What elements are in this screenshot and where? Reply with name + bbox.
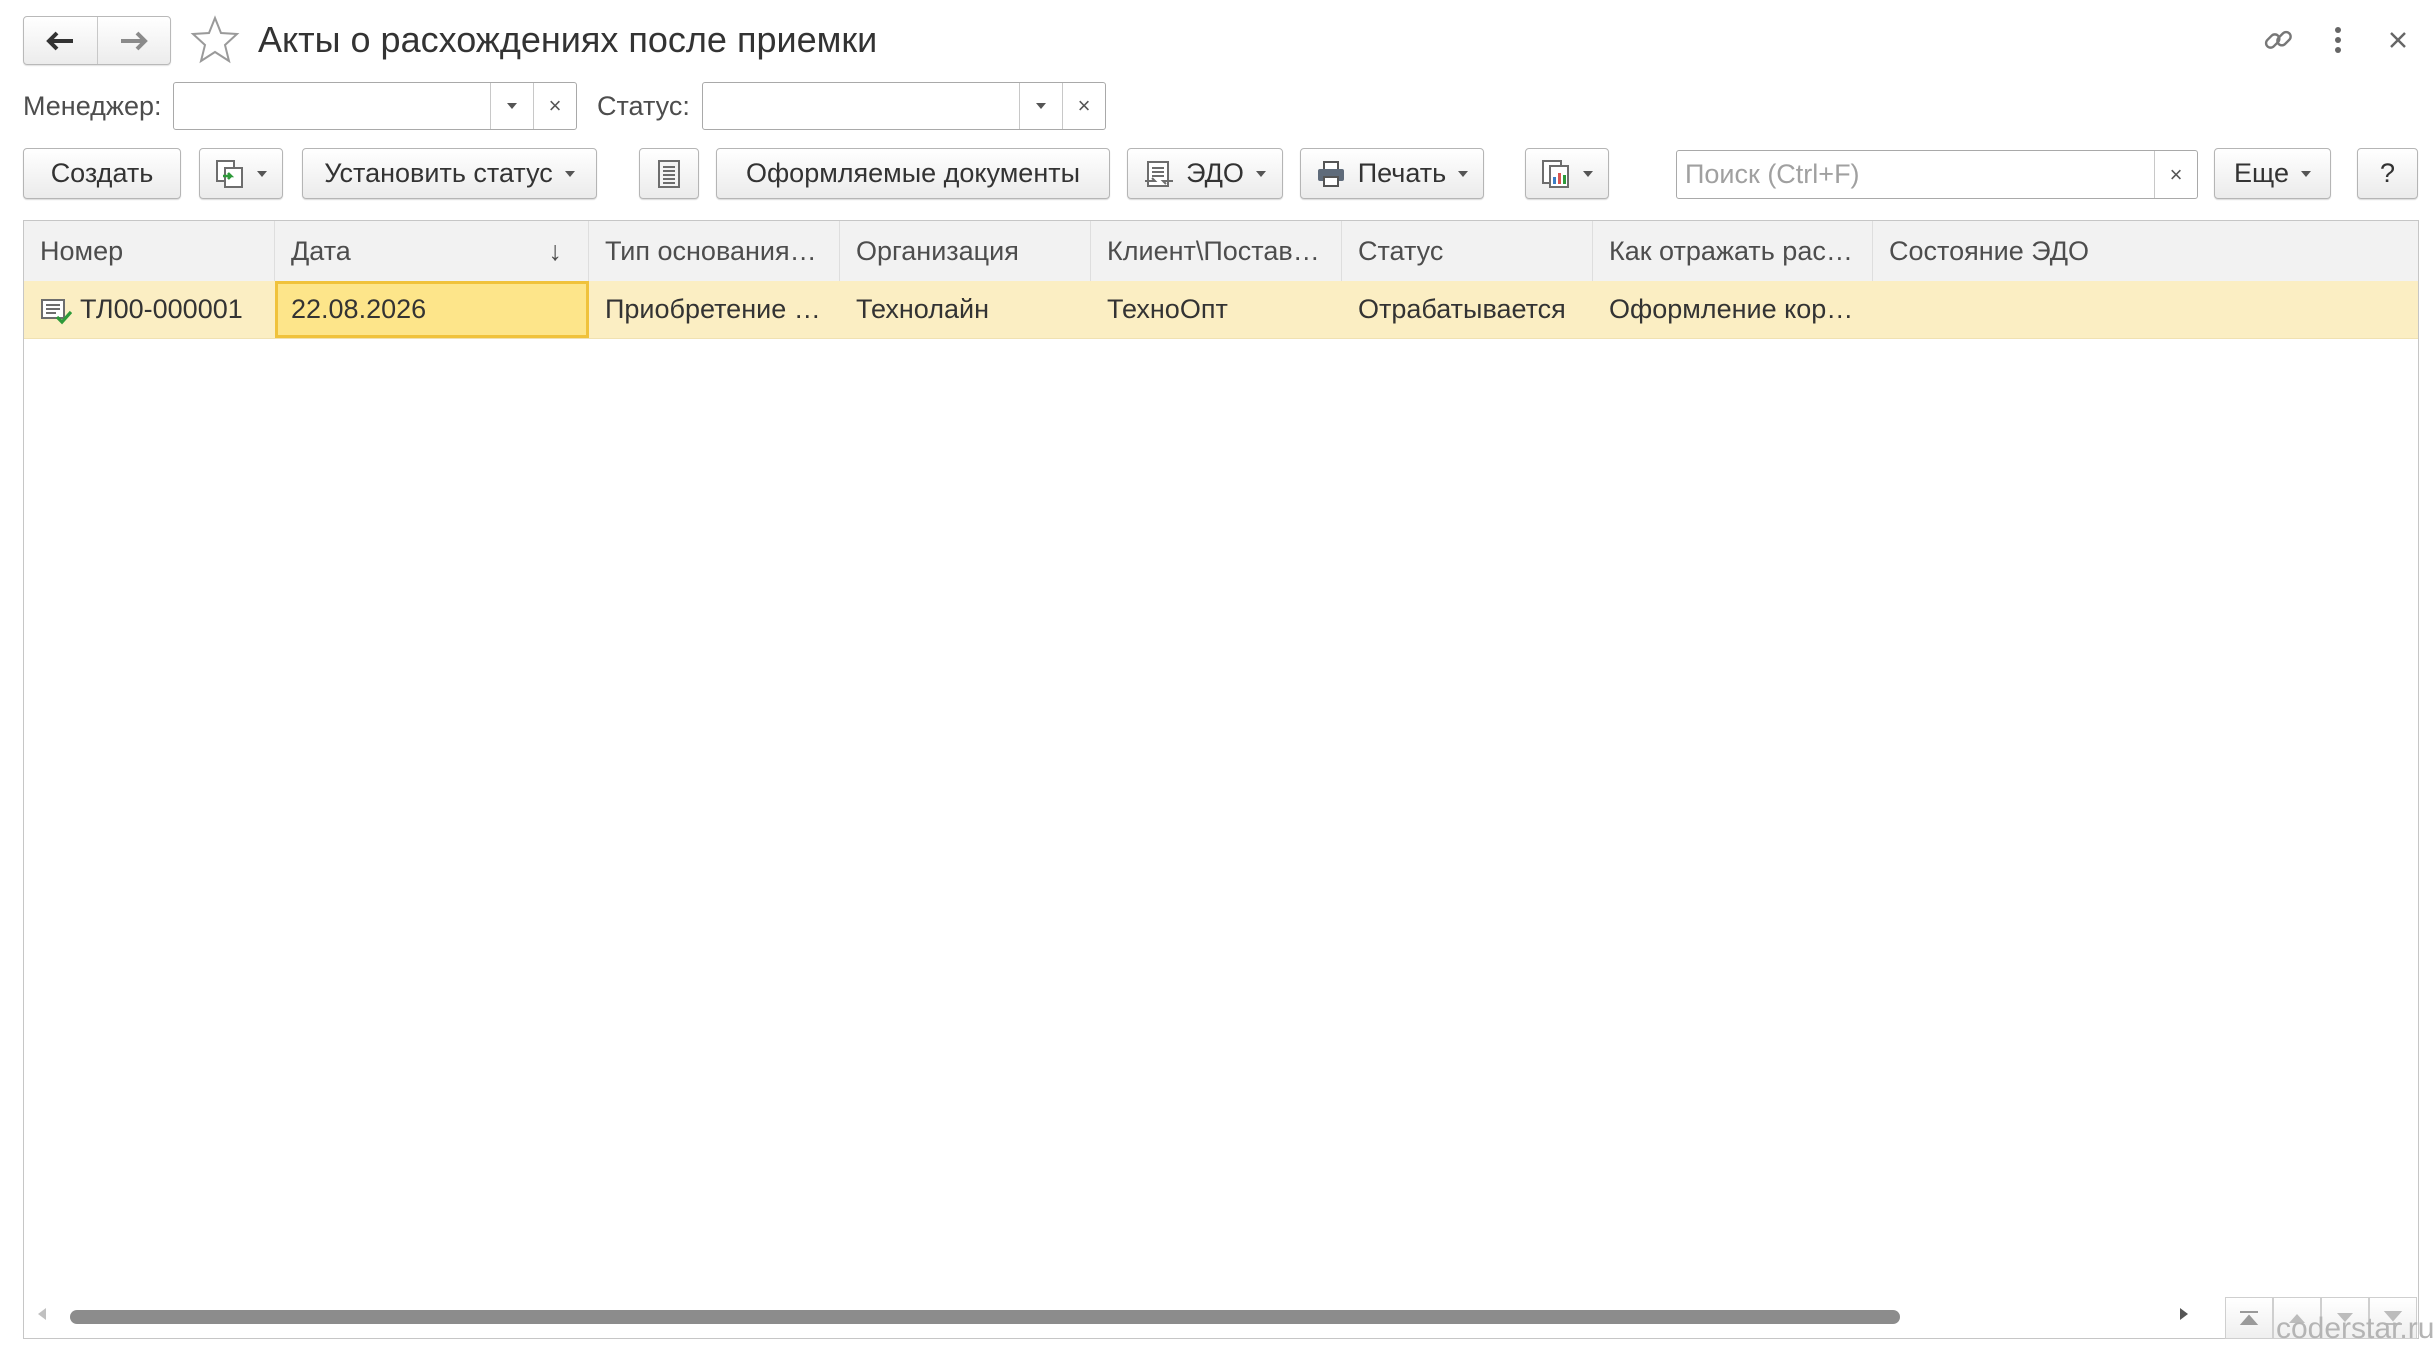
- column-header-date-label: Дата: [291, 236, 351, 266]
- chevron-down-icon: [1036, 103, 1046, 109]
- help-label: ?: [2379, 158, 2396, 188]
- cell-client-supplier[interactable]: ТехноОпт: [1091, 281, 1342, 338]
- scroll-to-top-button[interactable]: [2225, 1297, 2273, 1339]
- edo-exchange-icon: [1145, 160, 1174, 187]
- column-header-client-supplier[interactable]: Клиент\Постав…: [1091, 221, 1342, 281]
- clear-icon: ×: [548, 93, 562, 118]
- column-header-status[interactable]: Статус: [1342, 221, 1593, 281]
- print-label: Печать: [1357, 158, 1447, 188]
- report-chart-icon: [1542, 159, 1569, 188]
- chevron-down-icon: [2300, 170, 2311, 177]
- cell-organization[interactable]: Технолайн: [840, 281, 1091, 338]
- more-button[interactable]: Еще: [2214, 148, 2331, 199]
- document-list-icon: [658, 159, 680, 188]
- clear-icon: ×: [2169, 161, 2183, 187]
- column-header-reflection[interactable]: Как отражать рас…: [1593, 221, 1873, 281]
- create-based-on-button[interactable]: [199, 148, 283, 199]
- posted-document-icon: [41, 298, 73, 325]
- column-header-date[interactable]: Дата ↓: [275, 221, 589, 281]
- search-field: ×: [1676, 150, 2198, 199]
- manager-label: Менеджер:: [23, 91, 162, 121]
- documents-table: Номер Дата ↓ Тип основания… Организация …: [23, 220, 2419, 1339]
- create-based-on-icon: [216, 159, 243, 188]
- column-header-number[interactable]: Номер: [24, 221, 275, 281]
- manager-field: ×: [173, 82, 577, 130]
- status-clear-button[interactable]: ×: [1062, 83, 1105, 129]
- watermark-text: coderstar.ru: [2276, 1312, 2434, 1345]
- link-button[interactable]: [2258, 20, 2298, 60]
- edo-button[interactable]: ЭДО: [1127, 148, 1283, 199]
- page-title: Акты о расхождениях после приемки: [258, 19, 878, 60]
- cell-basis-type[interactable]: Приобретение …: [589, 281, 840, 338]
- create-button-label: Создать: [50, 158, 154, 188]
- search-clear-button[interactable]: ×: [2154, 151, 2197, 198]
- column-header-edo-state[interactable]: Состояние ЭДО: [1873, 221, 2418, 281]
- back-button[interactable]: [24, 17, 97, 64]
- double-up-arrow-icon: [2239, 1311, 2259, 1325]
- arrow-right-icon: [120, 31, 148, 50]
- close-button[interactable]: [2378, 20, 2418, 60]
- manager-input[interactable]: [174, 83, 490, 129]
- favorite-star-button[interactable]: [190, 14, 240, 64]
- navigation-buttons: [23, 16, 171, 65]
- cell-reflection[interactable]: Оформление кор…: [1593, 281, 1873, 338]
- create-button[interactable]: Создать: [23, 148, 181, 199]
- manager-dropdown-button[interactable]: [490, 83, 533, 129]
- documents-in-progress-label: Оформляемые документы: [745, 158, 1081, 188]
- horizontal-scrollbar-thumb[interactable]: [70, 1310, 1900, 1324]
- chevron-down-icon: [1458, 170, 1469, 177]
- close-icon: [2390, 32, 2406, 48]
- link-icon: [2264, 30, 2292, 49]
- clear-icon: ×: [1077, 93, 1091, 118]
- chevron-down-icon: [1583, 170, 1593, 177]
- print-button[interactable]: Печать: [1300, 148, 1484, 199]
- table-header: Номер Дата ↓ Тип основания… Организация …: [24, 221, 2418, 282]
- table-row[interactable]: ТЛ00-000001 22.08.2026 Приобретение … Те…: [24, 281, 2418, 339]
- chevron-down-icon: [1255, 170, 1266, 177]
- status-label: Статус:: [597, 91, 690, 121]
- set-status-label: Установить статус: [324, 158, 553, 188]
- cell-status[interactable]: Отрабатывается: [1342, 281, 1593, 338]
- cell-number[interactable]: ТЛ00-000001: [24, 281, 275, 338]
- cell-number-text: ТЛ00-000001: [80, 294, 243, 324]
- manager-clear-button[interactable]: ×: [533, 83, 576, 129]
- printer-icon: [1317, 160, 1344, 187]
- cell-edo-state[interactable]: [1873, 281, 2418, 338]
- scroll-left-arrow-icon[interactable]: [38, 1308, 46, 1320]
- help-button[interactable]: ?: [2357, 148, 2418, 199]
- report-list-button[interactable]: [639, 148, 699, 199]
- arrow-left-icon: [46, 31, 74, 50]
- reports-button[interactable]: [1525, 148, 1609, 199]
- documents-in-progress-button[interactable]: Оформляемые документы: [716, 148, 1110, 199]
- chevron-down-icon: [564, 170, 575, 177]
- status-dropdown-button[interactable]: [1019, 83, 1062, 129]
- more-menu-button[interactable]: [2318, 20, 2358, 60]
- column-header-basis-type[interactable]: Тип основания…: [589, 221, 840, 281]
- scroll-right-arrow-icon[interactable]: [2180, 1308, 2188, 1320]
- chevron-down-icon: [507, 103, 517, 109]
- chevron-down-icon: [257, 170, 267, 177]
- star-icon: [190, 15, 240, 64]
- cell-date[interactable]: 22.08.2026: [275, 281, 589, 338]
- column-header-organization[interactable]: Организация: [840, 221, 1091, 281]
- more-label: Еще: [2234, 158, 2289, 188]
- kebab-menu-icon: [2335, 27, 2341, 53]
- sort-descending-icon: ↓: [548, 236, 563, 266]
- set-status-button[interactable]: Установить статус: [302, 148, 597, 199]
- search-input[interactable]: [1677, 151, 2154, 198]
- status-field: ×: [702, 82, 1106, 130]
- status-input[interactable]: [703, 83, 1019, 129]
- forward-button[interactable]: [96, 17, 171, 64]
- edo-label: ЭДО: [1186, 158, 1244, 188]
